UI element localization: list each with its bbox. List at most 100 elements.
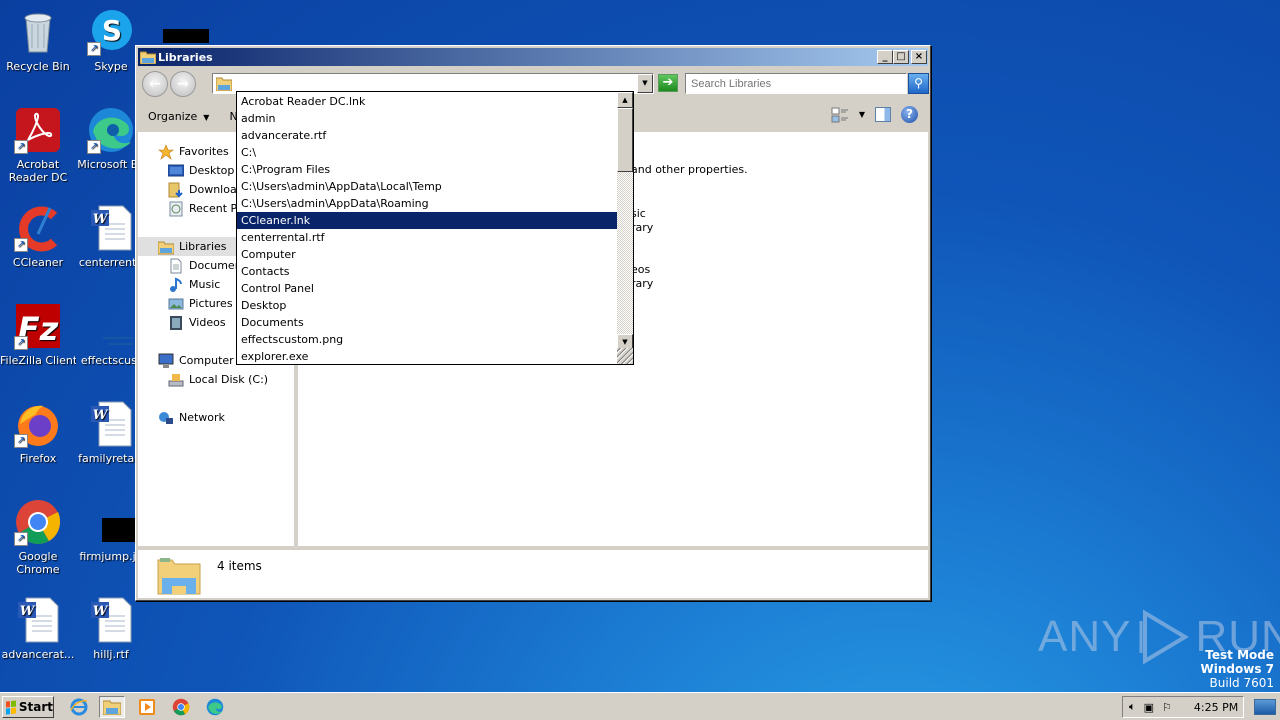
taskbar-chrome[interactable] xyxy=(168,696,194,718)
desktop-icon-label: Chrome xyxy=(16,563,60,576)
action-center-flag-icon[interactable]: ⚐ xyxy=(1162,701,1172,714)
close-button[interactable]: × xyxy=(911,50,927,64)
desktop-icon-label: Recycle Bin xyxy=(6,60,70,73)
nav-computer-local-disk[interactable]: Local Disk (C:) xyxy=(168,370,268,389)
desktop-icon-filezilla[interactable]: Fz ↗ FileZilla Client xyxy=(0,302,76,367)
shortcut-arrow-icon: ↗ xyxy=(87,42,101,56)
autocomplete-item[interactable]: Desktop xyxy=(237,297,617,314)
autocomplete-item[interactable]: Contacts xyxy=(237,263,617,280)
nav-network[interactable]: Network xyxy=(158,408,225,427)
music-icon xyxy=(168,277,184,293)
view-options-dropdown[interactable]: ▼ xyxy=(859,110,865,119)
autocomplete-item[interactable]: Acrobat Reader DC.lnk xyxy=(237,93,617,110)
svg-text:W: W xyxy=(93,408,109,423)
show-desktop-button[interactable] xyxy=(1254,699,1276,715)
redacted-label xyxy=(163,29,209,43)
taskbar-internet-explorer[interactable] xyxy=(66,696,92,718)
forward-arrow-icon: → xyxy=(177,76,189,92)
volume-icon[interactable]: 🔈︎ xyxy=(1129,700,1136,714)
watermark-brand-left: ANY xyxy=(1038,612,1132,661)
chrome-icon: ↗ xyxy=(14,498,62,546)
svg-text:S: S xyxy=(102,14,122,47)
nav-libraries-pictures[interactable]: Pictures xyxy=(168,294,233,313)
scroll-up-button[interactable]: ▲ xyxy=(617,92,633,108)
desktop-icon-firefox[interactable]: ↗ Firefox xyxy=(0,400,76,465)
scroll-thumb[interactable] xyxy=(617,108,633,172)
libraries-large-icon xyxy=(157,558,201,595)
nav-libraries-music[interactable]: Music xyxy=(168,275,220,294)
test-mode-notice: Test Mode Windows 7 Build 7601 xyxy=(1201,648,1274,690)
nav-computer[interactable]: Computer xyxy=(158,351,234,370)
autocomplete-item[interactable]: advancerate.rtf xyxy=(237,127,617,144)
maximize-button[interactable]: □ xyxy=(893,50,909,64)
search-input[interactable] xyxy=(685,73,907,94)
autocomplete-item[interactable]: centerrental.rtf xyxy=(237,229,617,246)
svg-text:W: W xyxy=(93,604,109,619)
autocomplete-item[interactable]: C:\Users\admin\AppData\Local\Temp xyxy=(237,178,617,195)
skype-icon: S ↗ xyxy=(87,8,135,56)
autocomplete-item[interactable]: effectscustom.png xyxy=(237,331,617,348)
nav-libraries-documents[interactable]: Document xyxy=(168,256,246,275)
help-button[interactable]: ? xyxy=(901,106,918,123)
nav-label: Network xyxy=(179,411,225,424)
autocomplete-item[interactable]: explorer.exe xyxy=(237,348,617,364)
title-bar[interactable]: Libraries _ □ × xyxy=(138,48,928,66)
firefox-icon: ↗ xyxy=(14,400,62,448)
go-button[interactable]: ➔ xyxy=(658,74,678,92)
play-logo-icon xyxy=(1139,609,1190,665)
desktop-icon-acrobat[interactable]: ↗ Acrobat Reader DC xyxy=(0,106,76,184)
forward-button[interactable]: → xyxy=(170,71,196,97)
desktop-icon-advancerate[interactable]: W advancerat... xyxy=(0,596,76,661)
nav-favorites[interactable]: Favorites xyxy=(158,142,229,161)
svg-text:W: W xyxy=(20,604,36,619)
taskbar-windows-explorer[interactable] xyxy=(99,696,125,718)
help-icon: ? xyxy=(906,107,913,121)
change-view-button[interactable] xyxy=(831,107,849,123)
window-title: Libraries xyxy=(158,50,213,64)
resize-grip[interactable] xyxy=(617,348,633,364)
network-status-icon[interactable]: ▣ xyxy=(1144,701,1154,714)
address-autocomplete-list[interactable]: Acrobat Reader DC.lnk admin advancerate.rt… xyxy=(236,91,634,365)
desktop-icon-hillj[interactable]: W hillj.rtf xyxy=(73,596,149,661)
nav-favorites-desktop[interactable]: Desktop xyxy=(167,161,235,180)
desktop-icon-label: Acrobat xyxy=(16,158,60,171)
autocomplete-item[interactable]: C:\Users\admin\AppData\Roaming xyxy=(237,195,617,212)
back-button[interactable]: ← xyxy=(142,71,168,97)
library-music-type: rary xyxy=(631,221,654,234)
address-input[interactable] xyxy=(235,75,635,92)
nav-label: Desktop xyxy=(189,164,235,177)
address-dropdown-button[interactable]: ▼ xyxy=(637,74,653,93)
nav-label: Local Disk (C:) xyxy=(189,373,269,386)
autocomplete-item[interactable]: Computer xyxy=(237,246,617,263)
word-doc-icon: W xyxy=(87,204,135,252)
autocomplete-item[interactable]: admin xyxy=(237,110,617,127)
library-videos-type: rary xyxy=(631,277,654,290)
taskbar-media-player[interactable] xyxy=(134,696,160,718)
chevron-up-icon: ▲ xyxy=(622,96,628,104)
autocomplete-item[interactable]: Control Panel xyxy=(237,280,617,297)
desktop-icon-chrome[interactable]: ↗ Google Chrome xyxy=(0,498,76,576)
preview-pane-button[interactable] xyxy=(875,107,891,122)
word-doc-icon: W xyxy=(14,596,62,644)
minimize-button[interactable]: _ xyxy=(877,50,893,64)
desktop-icon-ccleaner[interactable]: ↗ CCleaner xyxy=(0,204,76,269)
chevron-down-icon: ▼ xyxy=(622,338,628,346)
build-label: Build 7601 xyxy=(1209,676,1274,690)
taskbar-edge[interactable] xyxy=(202,696,228,718)
clock[interactable]: 4:25 PM xyxy=(1194,701,1238,714)
shortcut-arrow-icon: ↗ xyxy=(14,434,28,448)
libraries-folder-icon xyxy=(157,239,175,255)
autocomplete-item[interactable]: C:\ xyxy=(237,144,617,161)
organize-button[interactable]: Organize ▼ xyxy=(138,110,219,123)
autocomplete-scrollbar[interactable]: ▲ ▼ xyxy=(617,92,633,350)
word-doc-icon: W xyxy=(87,596,135,644)
autocomplete-item[interactable]: Documents xyxy=(237,314,617,331)
recent-places-icon xyxy=(168,201,184,217)
downloads-icon xyxy=(168,182,184,198)
start-button[interactable]: Start xyxy=(2,696,54,718)
autocomplete-item[interactable]: C:\Program Files xyxy=(237,161,617,178)
autocomplete-item[interactable]: CCleaner.lnk xyxy=(237,212,617,229)
nav-libraries-videos[interactable]: Videos xyxy=(168,313,226,332)
search-button[interactable]: ⚲ xyxy=(908,73,929,94)
desktop-icon-recycle-bin[interactable]: Recycle Bin xyxy=(0,8,76,73)
